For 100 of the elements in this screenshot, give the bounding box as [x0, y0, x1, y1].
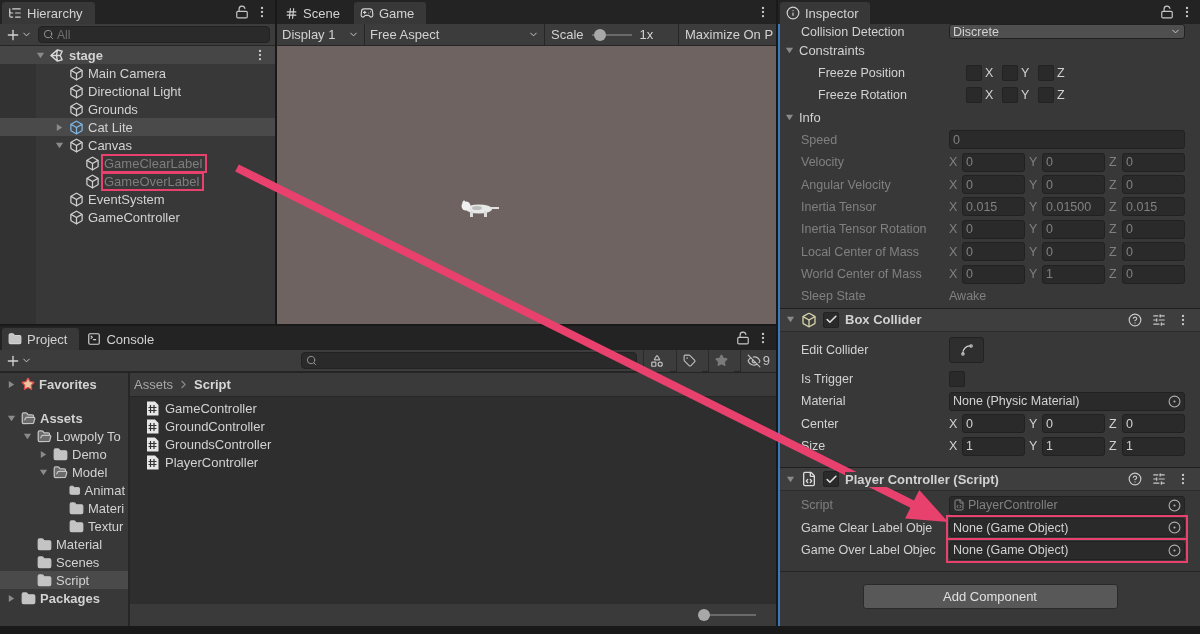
item-label: Script: [55, 572, 91, 588]
item-label: Main Camera: [87, 65, 168, 81]
expand-toggle[interactable]: [6, 379, 16, 389]
expand-toggle[interactable]: [54, 140, 64, 150]
folder-item[interactable]: Scenes: [0, 553, 128, 571]
lock-button[interactable]: [736, 331, 750, 345]
hierarchy-item[interactable]: Grounds: [0, 100, 275, 118]
hidden-packages-button[interactable]: 9: [739, 349, 776, 372]
expand-toggle[interactable]: [6, 593, 16, 603]
folder-item[interactable]: Model: [0, 463, 128, 481]
object-field[interactable]: None (Game Object): [949, 540, 1185, 560]
item-label: Materi: [87, 500, 126, 516]
lock-button[interactable]: [1160, 5, 1174, 19]
help-button[interactable]: [1128, 312, 1142, 327]
object-field[interactable]: None (Physic Material): [949, 391, 1185, 411]
folder-item[interactable]: Material: [0, 535, 128, 553]
file-item[interactable]: GroundsController: [146, 435, 776, 453]
item-label: GameOverLabel: [103, 173, 203, 189]
item-label: Packages: [39, 590, 101, 606]
lock-button[interactable]: [235, 5, 249, 19]
panel-tab[interactable]: Console: [81, 328, 167, 350]
label-filter-button[interactable]: [675, 349, 702, 372]
panel-tab[interactable]: Project: [2, 328, 80, 350]
view-tab[interactable]: Game: [353, 2, 427, 24]
hierarchy-item[interactable]: Directional Light: [0, 82, 275, 100]
info-icon: [786, 6, 800, 20]
number-field[interactable]: 0: [1042, 414, 1105, 434]
cube-icon: [69, 137, 84, 153]
slider-thumb[interactable]: [594, 28, 607, 41]
axis-label: X: [949, 199, 959, 214]
view-tab[interactable]: Scene: [279, 2, 352, 24]
folder-icon: [37, 554, 52, 570]
dropdown-field[interactable]: Discrete: [949, 24, 1185, 39]
breadcrumb-item[interactable]: Assets: [134, 377, 173, 392]
folder-item[interactable]: Assets: [0, 409, 128, 427]
expand-toggle[interactable]: [6, 413, 16, 423]
number-field[interactable]: 1: [962, 436, 1025, 456]
enable-checkbox[interactable]: [823, 471, 839, 488]
search-field[interactable]: [300, 352, 637, 369]
folder-item[interactable]: Script: [0, 571, 128, 589]
slider-thumb[interactable]: [698, 609, 710, 621]
expand-toggle[interactable]: [36, 50, 45, 60]
number-field[interactable]: 1: [1122, 436, 1185, 456]
folder-item[interactable]: Demo: [0, 445, 128, 463]
foldout-header[interactable]: Constraints: [785, 42, 1185, 58]
axis-label: Y: [1029, 155, 1039, 170]
edit-collider-button[interactable]: [949, 336, 984, 363]
expand-toggle[interactable]: [786, 315, 795, 325]
presets-button[interactable]: [1152, 312, 1166, 327]
folder-item[interactable]: Animat: [0, 481, 128, 499]
cube-icon: [69, 119, 84, 135]
presets-button[interactable]: [1152, 472, 1166, 487]
folder-item[interactable]: Materi: [0, 499, 128, 517]
script-icon: [953, 499, 965, 512]
axis-label: Y: [1029, 199, 1039, 214]
field-label: Edit Collider: [801, 342, 870, 357]
expand-toggle[interactable]: [786, 474, 795, 484]
file-item[interactable]: GameController: [146, 399, 776, 417]
hierarchy-item[interactable]: Cat Lite: [0, 118, 275, 136]
number-field[interactable]: 0: [1122, 414, 1185, 434]
component-header[interactable]: Player Controller (Script): [780, 467, 1200, 492]
breadcrumb-item[interactable]: Script: [194, 377, 231, 392]
item-label: Canvas: [87, 137, 134, 153]
file-item[interactable]: PlayerController: [146, 453, 776, 471]
axis-label: Z: [1109, 222, 1118, 237]
hierarchy-item[interactable]: GameController: [0, 208, 275, 226]
number-field[interactable]: 1: [1042, 436, 1105, 456]
expand-toggle[interactable]: [785, 112, 794, 122]
foldout-header[interactable]: Info: [785, 109, 1185, 125]
expand-toggle[interactable]: [22, 431, 32, 441]
expand-toggle[interactable]: [54, 122, 64, 132]
expand-toggle[interactable]: [785, 45, 794, 55]
folder-item[interactable]: Lowpoly To: [0, 427, 128, 445]
folder-icon: [8, 332, 22, 346]
value-text: Awake: [949, 289, 987, 304]
search-field[interactable]: All: [38, 26, 270, 43]
hierarchy-item[interactable]: Main Camera: [0, 64, 275, 82]
scale-label: Scale: [551, 27, 584, 42]
expand-toggle[interactable]: [38, 467, 48, 477]
hierarchy-tab[interactable]: Hierarchy: [2, 2, 95, 24]
component-header[interactable]: Box Collider: [780, 307, 1200, 332]
inspector-tab[interactable]: Inspector: [780, 2, 871, 24]
number-field[interactable]: 0: [962, 414, 1025, 434]
hierarchy-item[interactable]: Canvas: [0, 136, 275, 154]
enable-checkbox[interactable]: [823, 311, 839, 328]
folder-item[interactable]: Textur: [0, 517, 128, 535]
scene-row[interactable]: stage: [0, 46, 275, 64]
axis-label: Z: [1109, 416, 1118, 431]
aspect-dropdown[interactable]: Free Aspect: [365, 24, 545, 45]
hierarchy-item[interactable]: EventSystem: [0, 190, 275, 208]
help-button[interactable]: [1128, 472, 1142, 487]
favorite-button[interactable]: [707, 349, 734, 372]
object-field[interactable]: None (Game Object): [949, 518, 1185, 538]
expand-toggle[interactable]: [38, 449, 48, 459]
folder-item[interactable]: Favorites: [0, 375, 128, 393]
add-component-button[interactable]: Add Component: [862, 584, 1118, 610]
maximize-button[interactable]: Maximize On P: [679, 24, 776, 45]
display-dropdown[interactable]: Display 1: [277, 24, 365, 45]
folder-item[interactable]: Packages: [0, 589, 128, 607]
file-item[interactable]: GroundController: [146, 417, 776, 435]
